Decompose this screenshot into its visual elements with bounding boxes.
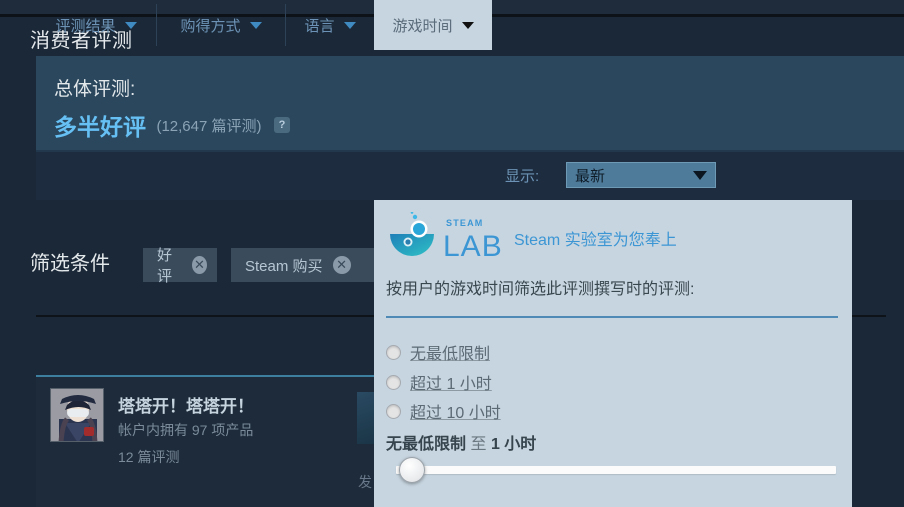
help-icon[interactable]: ? [273,117,290,133]
playtime-filter-panel: STEAM LABS Steam 实验室为您奉上 按用户的游戏时间筛选此评测撰写… [374,200,852,507]
playtime-option-no-minimum-label: 无最低限制 [410,346,491,363]
slider-track[interactable] [396,466,836,474]
steam-labs-logo: STEAM LABS [386,211,523,263]
playtime-option-over-10h[interactable]: 超过 10 小时 [386,399,501,423]
panel-divider [386,316,838,318]
slider-thumb[interactable] [399,457,425,483]
chevron-down-icon [343,21,356,29]
svg-text:LABS: LABS [443,230,504,260]
active-filters-label: 筛选条件 [30,253,110,275]
tabs-top-border [36,150,904,152]
filter-chip-positive-label: 好评 [157,247,173,285]
steam-labs-logo-icon: STEAM LABS [390,211,523,263]
radio-icon[interactable] [386,403,401,419]
display-sort-value: 最新 [575,167,606,185]
tab-purchase-type-label: 购得方式 [180,17,241,35]
review-author-products: 帐户内拥有 97 项产品 [118,422,254,438]
user-avatar-image [51,389,103,441]
review-filter-tabs [36,150,904,200]
tab-purchase-type[interactable]: 购得方式 [157,0,285,50]
playtime-range-slider[interactable] [396,457,836,483]
steam-labs-tagline: Steam 实验室为您奉上 [514,232,677,249]
tab-playtime[interactable]: 游戏时间 [374,0,492,50]
radio-icon[interactable] [386,374,401,390]
playtime-range-min: 无最低限制 [386,436,467,453]
playtime-range-separator: 至 [470,436,487,453]
close-icon[interactable]: ✕ [192,256,207,274]
filter-chip-steam-purchase-label: Steam 购买 [245,257,323,275]
overall-review-line: 多半好评 (12,647 篇评测) ? [54,108,290,142]
review-author-name[interactable]: 塔塔开！塔塔开！ [118,392,254,417]
screen-root: 消费者评测 总体评测: 多半好评 (12,647 篇评测) ? 评测结果 购得方… [0,0,904,507]
playtime-range-max: 1 小时 [490,436,537,453]
playtime-option-over-1h-label: 超过 1 小时 [410,376,492,393]
tab-review-type-label: 评测结果 [55,17,116,35]
svg-text:STEAM: STEAM [446,218,484,228]
playtime-option-over-10h-label: 超过 10 小时 [410,405,501,422]
playtime-option-no-minimum[interactable]: 无最低限制 [386,340,490,364]
playtime-range-label: 无最低限制 至 1 小时 [386,430,536,454]
radio-icon[interactable] [386,344,401,360]
steam-labs-header: STEAM LABS Steam 实验室为您奉上 [386,211,677,263]
avatar[interactable] [50,388,104,442]
overall-review-label: 总体评测: [54,79,136,100]
playtime-option-over-1h[interactable]: 超过 1 小时 [386,370,492,394]
tab-language-label: 语言 [304,17,335,35]
overall-review-count: (12,647 篇评测) [156,117,262,135]
overall-review-summary: 总体评测: 多半好评 (12,647 篇评测) ? [36,56,904,150]
filter-chip-positive[interactable]: 好评 ✕ [143,247,217,285]
overall-review-score: 多半好评 [54,114,146,140]
chevron-down-icon [249,21,262,29]
tab-playtime-label: 游戏时间 [392,17,453,35]
review-author-review-count: 12 篇评测 [118,449,180,465]
playtime-filter-description: 按用户的游戏时间筛选此评测撰写时的评测: [386,281,695,298]
display-sort-select[interactable]: 最新 [566,162,716,188]
close-icon[interactable]: ✕ [332,256,351,274]
tab-language[interactable]: 语言 [286,0,374,50]
review-posted-label: 发 [358,474,372,490]
filter-chip-steam-purchase[interactable]: Steam 购买 ✕ [231,248,391,282]
display-sort-label: 显示: [505,167,540,185]
chevron-down-icon [693,170,707,180]
chevron-down-icon [461,21,474,29]
tab-review-type[interactable]: 评测结果 [36,0,156,50]
chevron-down-icon [124,21,137,29]
